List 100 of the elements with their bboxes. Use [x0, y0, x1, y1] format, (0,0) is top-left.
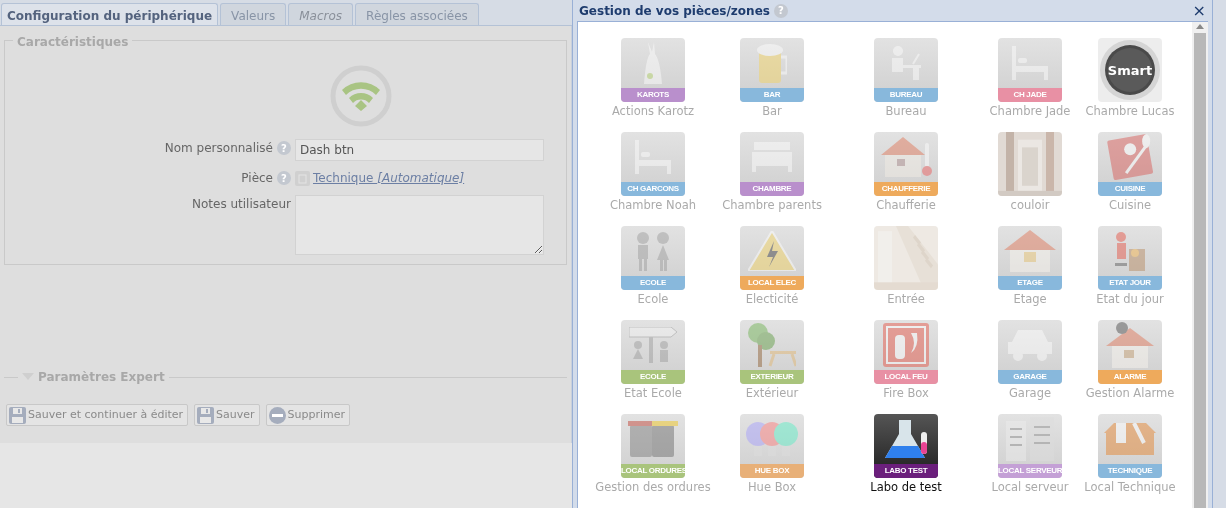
room-name[interactable]: Local Technique: [1084, 479, 1176, 497]
room-tile[interactable]: CH GARCONS: [621, 132, 685, 196]
room-tile[interactable]: GARAGE: [998, 320, 1062, 384]
smart-button-icon: [1098, 38, 1162, 102]
notes-field[interactable]: [295, 195, 544, 255]
wifi-icon: [329, 65, 392, 127]
field-label: Nom personnalisé: [164, 140, 273, 157]
logo-text: Smart: [1106, 62, 1154, 80]
room-name[interactable]: Local serveur: [991, 479, 1069, 497]
room-name[interactable]: Etat du jour: [1096, 291, 1164, 309]
car-icon: [1008, 329, 1052, 361]
room-tile[interactable]: ECOLE: [621, 226, 685, 290]
room-name[interactable]: Fire Box: [883, 385, 929, 403]
room-name[interactable]: Labo de test: [870, 479, 942, 497]
room-name[interactable]: Gestion des ordures: [595, 479, 711, 497]
room-badge: GARAGE: [998, 370, 1062, 384]
room-link[interactable]: Technique [Automatique]: [313, 169, 465, 187]
room-badge: BUREAU: [874, 88, 938, 102]
school-sign-icon: [629, 327, 677, 363]
room-name[interactable]: Electicité: [745, 291, 799, 309]
room-name[interactable]: Actions Karotz: [611, 103, 695, 121]
scroll-up-icon[interactable]: [1196, 24, 1204, 29]
room-tile[interactable]: CH JADE: [998, 38, 1062, 102]
room-badge: LOCAL SERVEUR: [998, 464, 1062, 478]
room-name[interactable]: Chambre parents: [722, 197, 822, 215]
room-tile[interactable]: ETAT JOUR: [1098, 226, 1162, 290]
high-voltage-icon: [748, 231, 796, 271]
room-tile[interactable]: LOCAL SERVEUR: [998, 414, 1062, 478]
room-tile[interactable]: [998, 132, 1062, 196]
room-name[interactable]: couloir: [1010, 197, 1050, 215]
flask-icon: [885, 420, 927, 458]
close-button[interactable]: ×: [1192, 2, 1206, 19]
rabbit-icon: [644, 42, 662, 84]
room-name[interactable]: Chambre Noah: [609, 197, 697, 215]
fire-extinguisher-icon: [883, 323, 929, 367]
room-tile[interactable]: CHAMBRE: [740, 132, 804, 196]
toolbox-icon: [1104, 423, 1156, 455]
room-name[interactable]: Bureau: [885, 103, 927, 121]
room-name[interactable]: Chaufferie: [876, 197, 936, 215]
room-tile[interactable]: HUE BOX: [740, 414, 804, 478]
desk-icon: [891, 46, 921, 80]
room-tile[interactable]: CHAUFFERIE: [874, 132, 938, 196]
room-badge: TECHNIQUE: [1098, 464, 1162, 478]
text-field[interactable]: Dash btn: [295, 139, 544, 161]
scroll-thumb[interactable]: [1194, 33, 1206, 508]
room-badge: EXTERIEUR: [740, 370, 804, 384]
room-badge: CHAUFFERIE: [874, 182, 938, 196]
room-tile[interactable]: BAR: [740, 38, 804, 102]
room-name[interactable]: Etage: [1013, 291, 1047, 309]
room-name[interactable]: Chambre Jade: [989, 103, 1071, 121]
room-badge: ALARME: [1098, 370, 1162, 384]
room-name[interactable]: Entrée: [887, 291, 925, 309]
room-tile[interactable]: ETAGE: [998, 226, 1062, 290]
help-icon[interactable]: ?: [277, 171, 291, 185]
room-name[interactable]: Chambre Lucas: [1085, 103, 1175, 121]
room-tile[interactable]: Smart: [1098, 38, 1162, 102]
room-tile[interactable]: BUREAU: [874, 38, 938, 102]
room-badge: ETAGE: [998, 276, 1062, 290]
room-name[interactable]: Gestion Alarme: [1085, 385, 1175, 403]
room-name[interactable]: Bar: [762, 103, 782, 121]
tab[interactable]: Règles associées: [355, 3, 479, 25]
room-tile[interactable]: LABO TEST: [874, 414, 938, 478]
tab[interactable]: Configuration du périphérique: [1, 3, 219, 25]
room-badge: CHAMBRE: [740, 182, 804, 196]
delete-button[interactable]: Supprimer: [265, 404, 351, 426]
room-tile[interactable]: TECHNIQUE: [1098, 414, 1162, 478]
room-name[interactable]: Garage: [1008, 385, 1052, 403]
tab[interactable]: Valeurs: [220, 3, 287, 25]
house-icon: [1106, 322, 1154, 368]
beer-mug-icon: [757, 43, 787, 83]
room-tile[interactable]: [874, 226, 938, 290]
person-icon: [1115, 231, 1145, 271]
house-icon: [880, 137, 932, 177]
room-tile[interactable]: EXTERIEUR: [740, 320, 804, 384]
field-label: Notes utilisateur: [191, 196, 291, 213]
room-badge: ETAT JOUR: [1098, 276, 1162, 290]
room-badge: CH JADE: [998, 88, 1062, 102]
room-badge: KAROTS: [621, 88, 685, 102]
room-name[interactable]: Extérieur: [745, 385, 799, 403]
room-tile[interactable]: ECOLE: [621, 320, 685, 384]
room-badge: LABO TEST: [874, 464, 938, 478]
room-tile[interactable]: CUISINE: [1098, 132, 1162, 196]
room-tile[interactable]: LOCAL FEU: [874, 320, 938, 384]
room-tile[interactable]: ALARME: [1098, 320, 1162, 384]
room-name[interactable]: Cuisine: [1108, 197, 1152, 215]
room-name[interactable]: Hue Box: [747, 479, 796, 497]
help-icon[interactable]: ?: [773, 3, 788, 18]
room-badge: ECOLE: [621, 370, 685, 384]
room-name[interactable]: Ecole: [637, 291, 669, 309]
room-badge: ECOLE: [621, 276, 685, 290]
house-icon: [1004, 230, 1056, 272]
save-button[interactable]: Sauver: [194, 404, 260, 426]
room-name[interactable]: Etat Ecole: [624, 385, 682, 403]
room-tile[interactable]: LOCAL ELEC: [740, 226, 804, 290]
save-button[interactable]: Sauver et continuer à éditer: [6, 404, 189, 426]
field-label: Pièce: [241, 170, 273, 187]
room-tile[interactable]: KAROTS: [621, 38, 685, 102]
children-icon: [637, 231, 669, 271]
help-icon[interactable]: ?: [277, 141, 291, 155]
room-badge: LOCAL FEU: [874, 370, 938, 384]
